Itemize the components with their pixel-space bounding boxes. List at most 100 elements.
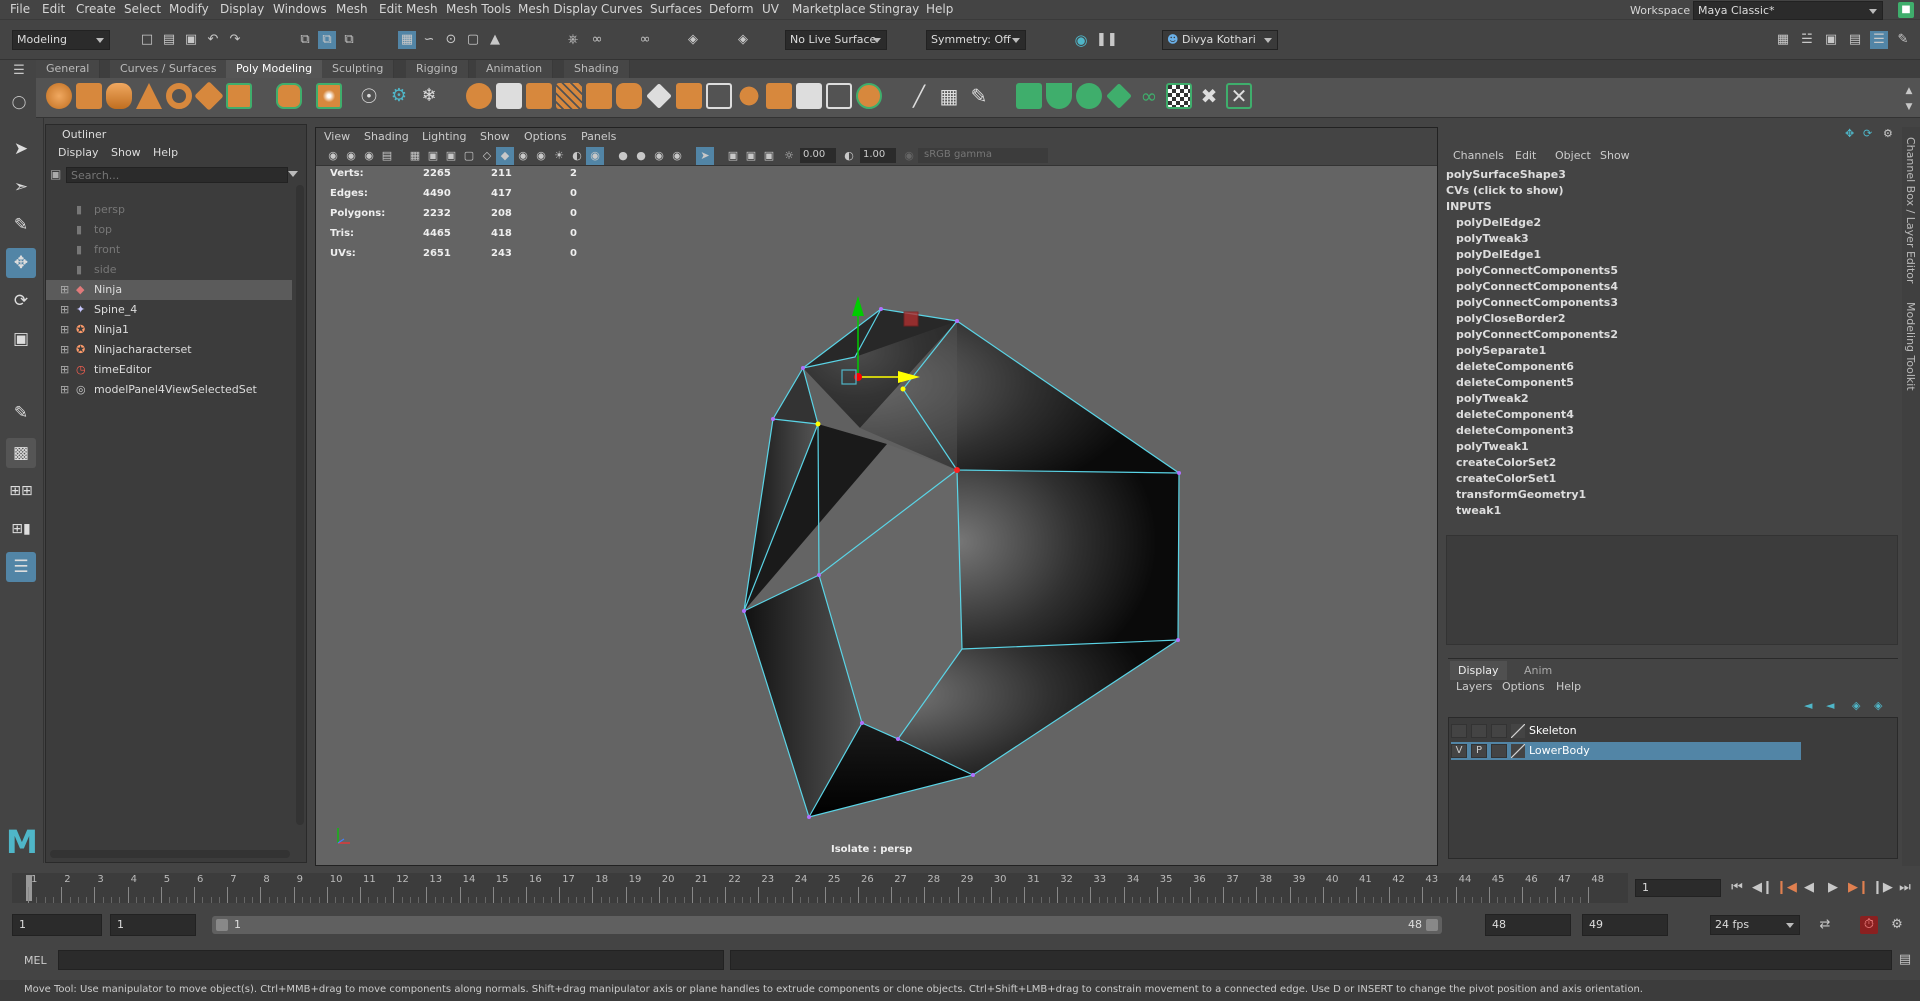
layer-tab-display[interactable]: Display <box>1450 661 1507 680</box>
command-input[interactable] <box>58 950 724 970</box>
cb-input-node[interactable]: polyConnectComponents3 <box>1456 296 1618 309</box>
cut-uv-icon[interactable]: ✖ <box>1196 83 1222 109</box>
layer-move-up-icon[interactable]: ◄ <box>1804 699 1812 712</box>
layer-display-toggle[interactable] <box>1491 744 1507 758</box>
shelf-menu-icon[interactable]: ☰ <box>10 62 28 80</box>
select-hierarchy-icon[interactable]: ⧉ <box>296 31 314 49</box>
attribute-editor-icon[interactable]: ▤ <box>1846 31 1864 49</box>
refresh-icon[interactable]: ⟳ <box>1863 127 1872 140</box>
layer-menu-options[interactable]: Options <box>1502 680 1544 693</box>
outliner-item-top[interactable]: ▮ top <box>46 220 292 240</box>
outliner-item-side[interactable]: ▮ side <box>46 260 292 280</box>
bevel-icon[interactable] <box>736 83 762 109</box>
image-plane-icon[interactable]: ▤ <box>378 147 396 165</box>
grid-icon[interactable]: ▦ <box>406 147 424 165</box>
super-shape-icon[interactable] <box>316 83 342 109</box>
merge-icon[interactable] <box>826 83 852 109</box>
outliner-item-timeeditor[interactable]: ⊞ ◷ timeEditor <box>46 360 292 380</box>
camera-attr-icon[interactable]: ◉ <box>342 147 360 165</box>
poly-disc-icon[interactable] <box>226 83 252 109</box>
sweep-mesh-icon[interactable]: ☉ <box>356 83 382 109</box>
fill-hole-icon[interactable] <box>796 83 822 109</box>
hud2-icon[interactable]: ▣ <box>742 147 760 165</box>
anim-end-field[interactable]: 48 <box>1485 914 1571 936</box>
outliner-item-front[interactable]: ▮ front <box>46 240 292 260</box>
isolate-select-icon[interactable]: ➤ <box>696 147 714 165</box>
cb-menu-show[interactable]: Show <box>1600 149 1630 162</box>
render-icon[interactable]: ◈ <box>684 31 702 49</box>
cylindrical-uv-icon[interactable] <box>1046 83 1072 109</box>
layer-menu-layers[interactable]: Layers <box>1456 680 1492 693</box>
range-bar[interactable]: 1 48 <box>212 916 1442 934</box>
separate-icon[interactable] <box>496 83 522 109</box>
cb-input-node[interactable]: polyCloseBorder2 <box>1456 312 1566 325</box>
step-forward-key-icon[interactable]: ▶❙ <box>1848 879 1869 897</box>
go-to-end-icon[interactable]: ⏭ <box>1896 879 1914 897</box>
symmetry-dropdown[interactable]: Symmetry: Off <box>926 30 1026 50</box>
menu-curves[interactable]: Curves <box>601 2 643 16</box>
menu-create[interactable]: Create <box>76 2 116 16</box>
poly-plane-icon[interactable] <box>194 81 224 111</box>
move-tool-icon[interactable]: ✥ <box>6 248 36 278</box>
menu-mesh-display[interactable]: Mesh Display <box>518 2 598 16</box>
shelf-tab-rigging[interactable]: Rigging <box>406 60 469 78</box>
shelf-settings-icon[interactable]: ◯ <box>10 94 28 112</box>
vp-menu-lighting[interactable]: Lighting <box>422 130 466 143</box>
viewport-panel[interactable]: View Shading Lighting Show Options Panel… <box>315 127 1438 866</box>
new-layer-selected-icon[interactable]: ◈ <box>1874 699 1882 712</box>
reduce-icon[interactable] <box>616 83 642 109</box>
modeling-toolkit-icon[interactable]: ▣ <box>1822 31 1840 49</box>
layer-visible-toggle[interactable] <box>1451 724 1467 738</box>
cb-input-node[interactable]: polyConnectComponents4 <box>1456 280 1618 293</box>
new-layer-icon[interactable]: ◈ <box>1852 699 1860 712</box>
layer-move-down-icon[interactable]: ◄ <box>1826 699 1834 712</box>
outliner-search-input[interactable] <box>66 167 288 183</box>
menu-help[interactable]: Help <box>926 2 953 16</box>
cb-input-node[interactable]: createColorSet2 <box>1456 456 1556 469</box>
layer-row-lowerbody[interactable]: V P LowerBody <box>1451 742 1801 760</box>
layer-row-skeleton[interactable]: Skeleton <box>1451 722 1801 740</box>
shelf-tab-curves-surfaces[interactable]: Curves / Surfaces <box>110 60 228 78</box>
wireframe-icon[interactable]: ◇ <box>478 147 496 165</box>
redo-icon[interactable]: ↷ <box>226 31 244 49</box>
loop-icon[interactable]: ⇄ <box>1816 916 1834 934</box>
vp-menu-options[interactable]: Options <box>524 130 566 143</box>
append-icon[interactable] <box>766 83 792 109</box>
menu-marketplace[interactable]: Marketplace <box>792 2 866 16</box>
menu-edit-mesh[interactable]: Edit Mesh <box>379 2 438 16</box>
smooth-shade-icon[interactable]: ◆ <box>496 147 514 165</box>
wireframe-on-shaded-icon[interactable]: ◉ <box>514 147 532 165</box>
spherical-uv-icon[interactable] <box>1076 83 1102 109</box>
automatic-uv-icon[interactable] <box>1106 83 1132 109</box>
expand-icon[interactable]: ⊞ <box>60 320 69 340</box>
shelf-tab-general[interactable]: General <box>36 60 101 78</box>
search-options-icon[interactable]: ▣ <box>50 167 61 181</box>
svg-tool-icon[interactable]: ❄ <box>416 83 442 109</box>
outliner-item-ninjacharacterset[interactable]: ⊞ ✪ Ninjacharacterset <box>46 340 292 360</box>
hypershade-icon[interactable]: ☱ <box>1798 31 1816 49</box>
layer-playback-toggle[interactable]: P <box>1471 744 1487 758</box>
side-tab-channel-box[interactable]: Channel Box / Layer Editor <box>1904 137 1917 284</box>
options-icon[interactable]: ⚙ <box>1883 127 1893 140</box>
layer-color-swatch[interactable] <box>1511 744 1525 758</box>
transform-icon[interactable]: ✥ <box>1845 127 1854 140</box>
ipr-icon[interactable]: ◈ <box>734 31 752 49</box>
poly-cone-icon[interactable] <box>136 83 162 109</box>
dof-icon[interactable]: ◉ <box>668 147 686 165</box>
shelf-tab-sculpting[interactable]: Sculpting <box>322 60 395 78</box>
target-weld-icon[interactable] <box>856 83 882 109</box>
hud3-icon[interactable]: ▣ <box>760 147 778 165</box>
bookmark-icon[interactable]: ◉ <box>360 147 378 165</box>
exposure-icon[interactable]: ☼ <box>780 147 798 165</box>
expand-icon[interactable]: ⊞ <box>60 340 69 360</box>
menu-uv[interactable]: UV <box>762 2 779 16</box>
expand-icon[interactable]: ⊞ <box>60 380 69 400</box>
outliner-item-ninja[interactable]: ⊞ ◆ Ninja <box>46 280 292 300</box>
sew-uv-icon[interactable]: ✕ <box>1226 83 1252 109</box>
cb-input-node[interactable]: polyDelEdge1 <box>1456 248 1541 261</box>
mesh-canvas[interactable] <box>316 166 1437 865</box>
cb-input-node[interactable]: deleteComponent4 <box>1456 408 1574 421</box>
vp-menu-shading[interactable]: Shading <box>364 130 409 143</box>
gate-mask-icon[interactable]: ▢ <box>460 147 478 165</box>
expand-icon[interactable]: ⊞ <box>60 300 69 320</box>
